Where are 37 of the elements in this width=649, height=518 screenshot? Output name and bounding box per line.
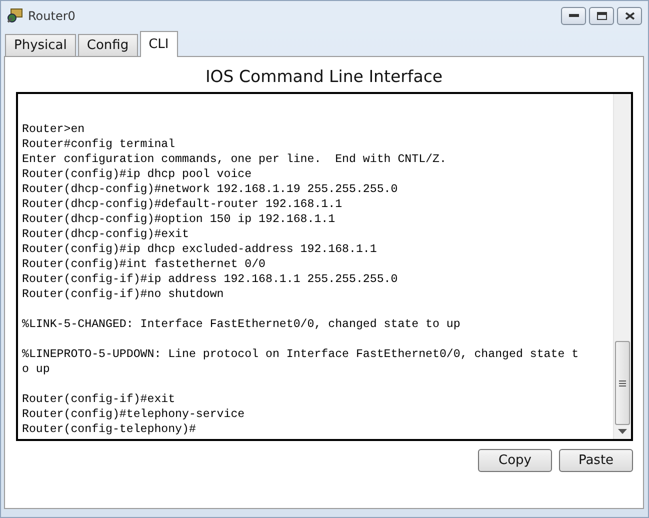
action-button[interactable]: Copy [478,449,552,472]
close-icon [624,12,634,20]
terminal-line: Router(config)#ip dhcp pool voice [22,167,252,182]
tab[interactable]: Config [78,34,138,56]
action-button[interactable]: Paste [559,449,633,472]
minimize-icon [568,14,578,18]
terminal-line: Router>en [22,122,85,137]
tab[interactable]: Physical [5,34,76,56]
terminal-line: o up [22,362,50,377]
window-title: Router0 [28,8,76,22]
terminal-line: Router(config)#telephony-service [22,407,245,422]
terminal-line: Router(config-if)#exit [22,392,176,407]
terminal-line: Router(config-telephony)# [22,422,196,437]
minimize-button[interactable] [561,6,586,24]
terminal-console[interactable] [16,92,633,441]
terminal-line: Router(dhcp-config)#network 192.168.1.19 255.255.255.0 [22,182,398,197]
terminal-line: Enter configuration commands, one per line. End with CNTL/Z. [22,152,446,167]
terminal-line: Router(dhcp-config)#option 150 ip 192.168.1.1 [22,212,336,227]
terminal-line: Router(dhcp-config)#default-router 192.168.1.1 [22,197,342,212]
scrollbar[interactable] [613,94,631,439]
terminal-line: Router(config)#ip dhcp excluded-address 192.168.1.1 [22,242,377,257]
terminal-line: Router(config-if)#no shutdown [22,287,224,302]
maximize-icon [596,12,606,20]
close-button[interactable] [617,6,642,24]
scrollbar-thumb[interactable] [615,341,630,425]
scroll-down-icon[interactable] [618,429,627,434]
grip-icon [619,380,626,386]
terminal-line: Router#config terminal [22,137,176,152]
tab[interactable]: CLI [140,31,178,57]
panel-heading: IOS Command Line Interface [204,67,444,86]
router-icon [6,8,24,24]
terminal-line: Router(dhcp-config)#exit [22,227,189,242]
terminal-line: %LINK-5-CHANGED: Interface FastEthernet0/0, changed state to up [22,317,460,332]
terminal-line: Router(config)#int fastethernet 0/0 [22,257,266,272]
terminal-line: Router(config-if)#ip address 192.168.1.1 255.255.255.0 [22,272,398,287]
maximize-button[interactable] [589,6,614,24]
terminal-line: %LINEPROTO-5-UPDOWN: Line protocol on Interface FastEthernet0/0, changed state t [22,347,579,362]
